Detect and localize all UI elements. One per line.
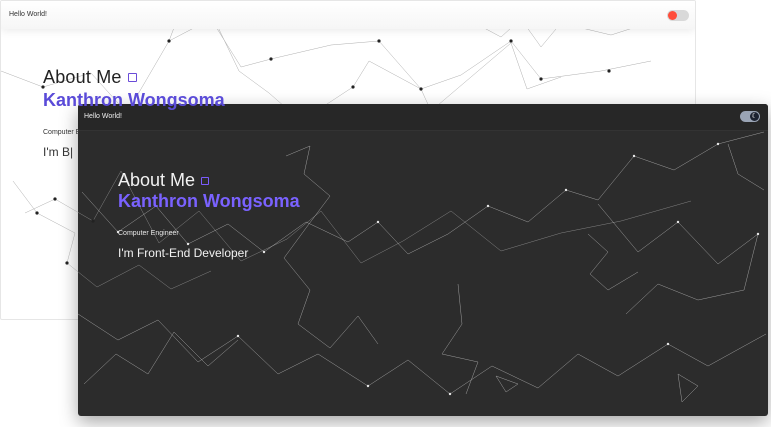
about-heading: About Me <box>43 67 225 88</box>
light-header-bar: Hello World! <box>1 1 695 29</box>
owner-name: Kanthron Wongsoma <box>118 191 300 211</box>
moon-icon: ☾ <box>750 112 759 121</box>
role-label: Computer Engineer <box>118 230 179 237</box>
theme-toggle-knob <box>668 11 677 20</box>
about-heading-text: About Me <box>118 170 196 190</box>
theme-toggle[interactable] <box>667 10 689 21</box>
edit-icon[interactable] <box>201 176 210 185</box>
tagline: I'm Front-End Developer <box>118 246 249 260</box>
about-heading-text: About Me <box>43 67 122 87</box>
brand-text[interactable]: Hello World! <box>9 11 47 18</box>
theme-toggle[interactable]: ☾ <box>740 111 760 122</box>
edit-icon[interactable] <box>127 73 137 82</box>
about-heading: About Me <box>118 170 300 191</box>
owner-name: Kanthron Wongsoma <box>43 90 225 110</box>
role-label: Computer E <box>43 129 81 136</box>
light-hero: About Me Kanthron Wongsoma Computer E I'… <box>43 67 225 159</box>
typing-tagline: I'm B| <box>43 145 74 159</box>
dark-hero: About Me Kanthron Wongsoma Computer Engi… <box>118 170 300 260</box>
